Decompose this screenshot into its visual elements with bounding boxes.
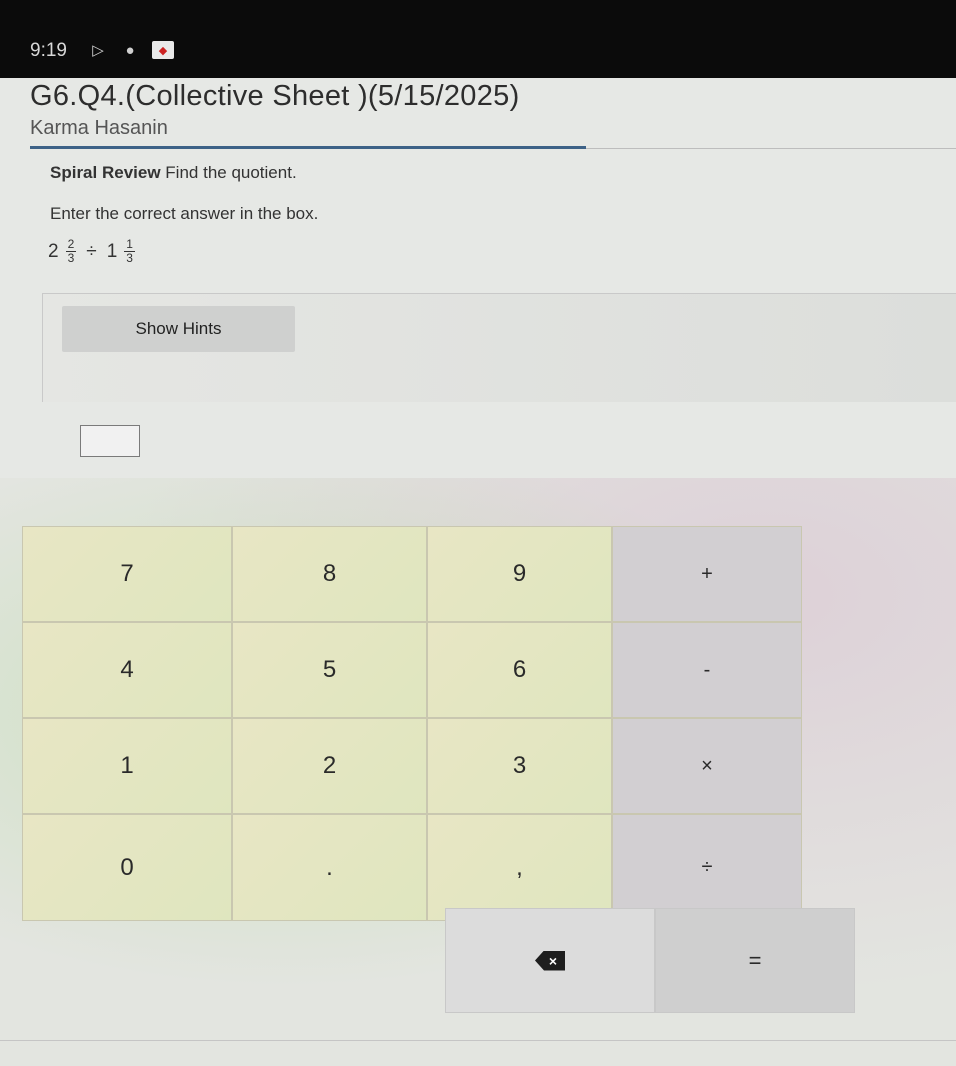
mixed-number-2-whole: 1 — [106, 240, 118, 262]
division-operator: ÷ — [86, 240, 97, 262]
key-decimal[interactable]: . — [232, 814, 427, 921]
status-bar: 9:19 ▷ ● ◆ — [0, 0, 956, 78]
mixed-number-2-fraction: 1 3 — [124, 238, 135, 265]
key-divide[interactable]: ÷ — [612, 814, 802, 921]
question-label: Spiral Review — [50, 163, 161, 182]
header-divider — [30, 146, 586, 149]
show-hints-button[interactable]: Show Hints — [62, 306, 295, 352]
play-icon: ▷ — [92, 42, 104, 59]
key-backspace[interactable]: × — [445, 908, 655, 1013]
key-comma[interactable]: , — [427, 814, 612, 921]
header-divider-rest — [586, 148, 956, 149]
question-prompt: Spiral Review Find the quotient. — [50, 163, 297, 183]
math-expression: 2 2 3 ÷ 1 1 3 — [48, 238, 135, 265]
question-text: Find the quotient. — [165, 163, 297, 182]
math-keypad: 7 8 9 + 4 5 6 - 1 2 3 × 0 . , ÷ — [22, 526, 802, 921]
key-0[interactable]: 0 — [22, 814, 232, 921]
key-1[interactable]: 1 — [22, 718, 232, 814]
fraction-numerator: 1 — [124, 237, 135, 252]
key-plus[interactable]: + — [612, 526, 802, 622]
footer-divider — [0, 1040, 956, 1041]
mixed-number-1-whole: 2 — [48, 240, 59, 262]
key-5[interactable]: 5 — [232, 622, 427, 718]
key-7[interactable]: 7 — [22, 526, 232, 622]
fraction-numerator: 2 — [65, 237, 77, 252]
fraction-denominator: 3 — [126, 251, 133, 265]
key-multiply[interactable]: × — [612, 718, 802, 814]
mixed-number-1-fraction: 2 3 — [65, 237, 77, 265]
status-icons: ▷ ● ◆ — [88, 40, 174, 60]
status-time: 9:19 — [30, 40, 67, 61]
student-name: Karma Hasanin — [30, 117, 168, 139]
answer-input[interactable] — [80, 425, 140, 457]
key-9[interactable]: 9 — [427, 526, 612, 622]
key-3[interactable]: 3 — [427, 718, 612, 814]
key-equals[interactable]: = — [655, 908, 855, 1013]
key-6[interactable]: 6 — [427, 622, 612, 718]
page-header: G6.Q4.(Collective Sheet )(5/15/2025) Kar… — [30, 80, 520, 140]
backspace-icon: × — [535, 950, 565, 971]
key-4[interactable]: 4 — [22, 622, 232, 718]
notification-icon: ◆ — [152, 41, 174, 59]
question-instructions: Enter the correct answer in the box. — [50, 204, 319, 223]
page-title: G6.Q4.(Collective Sheet )(5/15/2025) — [30, 80, 520, 112]
key-2[interactable]: 2 — [232, 718, 427, 814]
fraction-denominator: 3 — [67, 251, 75, 265]
keypad-bottom-row: × = — [445, 908, 855, 1013]
key-minus[interactable]: - — [612, 622, 802, 718]
key-8[interactable]: 8 — [232, 526, 427, 622]
circle-icon: ● — [125, 41, 135, 59]
